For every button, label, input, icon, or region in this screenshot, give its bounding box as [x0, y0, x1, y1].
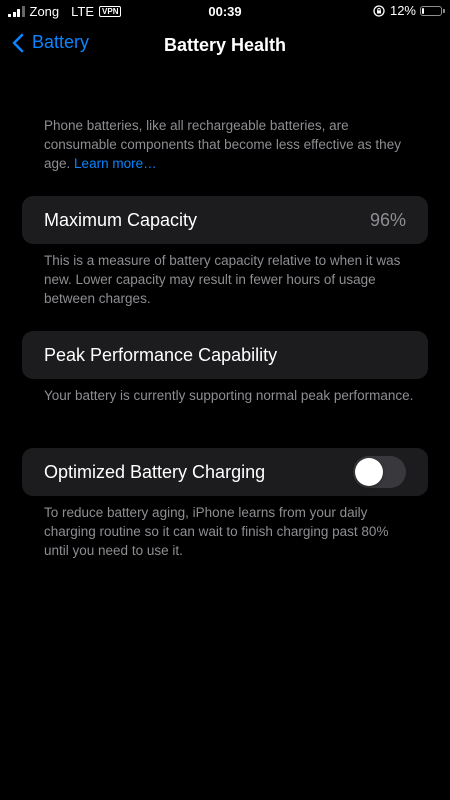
maximum-capacity-label: Maximum Capacity: [44, 210, 198, 230]
maximum-capacity-value: 96%: [369, 210, 406, 230]
status-bar: Zong LTE VPN 00:39 12%: [0, 0, 450, 24]
battery-fill: [422, 7, 424, 14]
orientation-lock-icon: [373, 4, 385, 17]
optimized-charging-toggle[interactable]: [353, 456, 406, 488]
maximum-capacity-footer: This is a measure of battery capacity re…: [44, 253, 401, 306]
peak-performance-label: Peak Performance Capability: [44, 345, 278, 365]
status-bar-right: 12%: [373, 3, 445, 18]
page-title: Battery Health: [163, 35, 287, 55]
toggle-knob: [355, 458, 383, 486]
nav-bar: Battery Battery Health: [0, 28, 450, 64]
battery-icon: [420, 5, 445, 16]
intro-text: Phone batteries, like all rechargeable b…: [44, 116, 414, 173]
optimized-charging-label: Optimized Battery Charging: [44, 462, 266, 482]
optimized-charging-row: Optimized Battery Charging: [22, 448, 428, 496]
optimized-charging-footer: To reduce battery aging, iPhone learns f…: [44, 505, 389, 558]
learn-more-link[interactable]: Learn more…: [74, 156, 157, 171]
battery-percent: 12%: [389, 3, 416, 18]
peak-performance-row: Peak Performance Capability: [22, 331, 428, 379]
maximum-capacity-row: Maximum Capacity 96%: [22, 196, 428, 244]
peak-performance-footer: Your battery is currently supporting nor…: [44, 388, 414, 403]
